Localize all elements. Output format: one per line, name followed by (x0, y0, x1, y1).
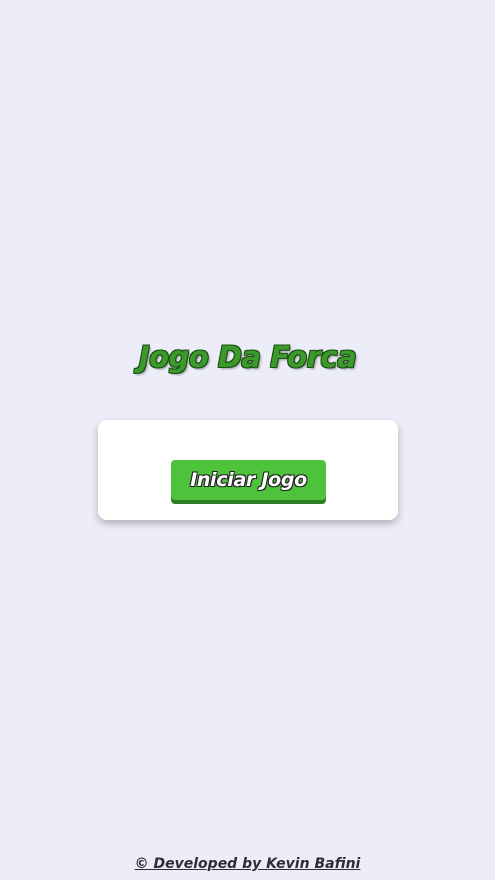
page-title: Jogo Da Forca (138, 340, 357, 374)
developer-credit-link[interactable]: © Developed by Kevin Bafini (0, 856, 495, 872)
start-game-button[interactable]: Iniciar Jogo (171, 460, 326, 500)
start-card: Iniciar Jogo (98, 420, 398, 520)
